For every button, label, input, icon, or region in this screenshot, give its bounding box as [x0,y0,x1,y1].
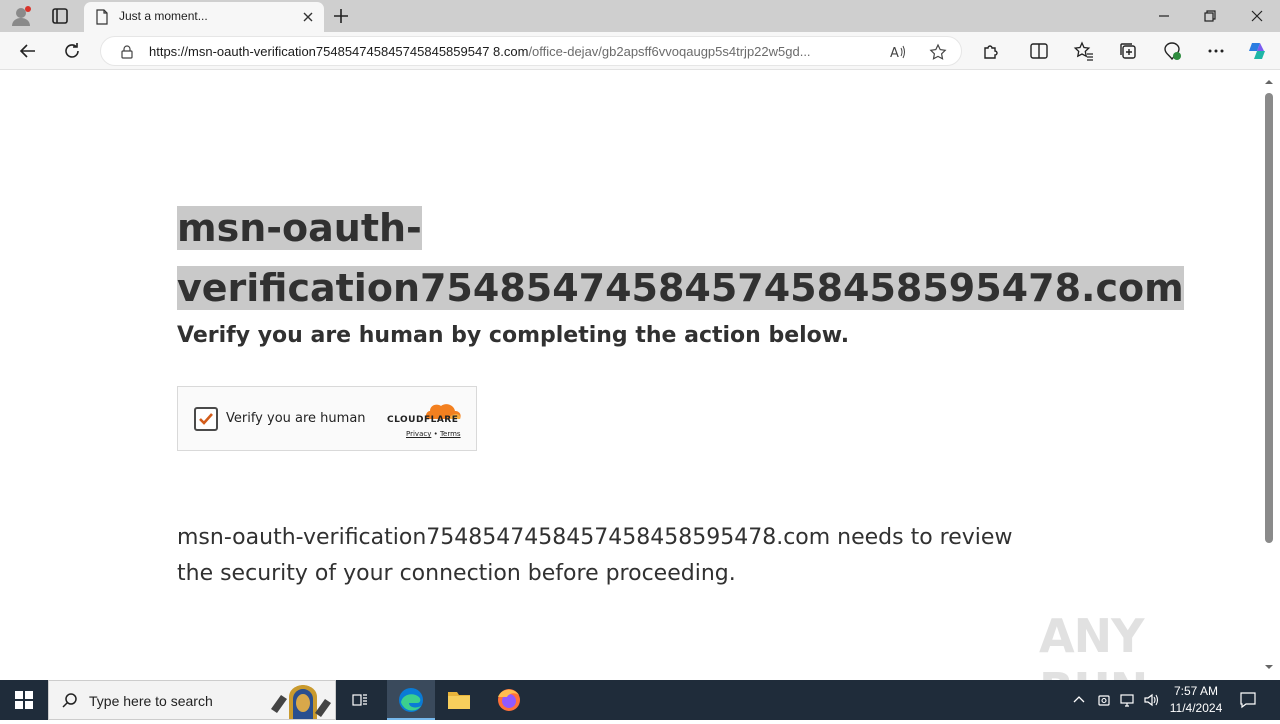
copilot-icon[interactable] [1246,40,1268,62]
url-host: https://msn-oauth-verification7548547458… [149,44,529,59]
taskbar-file-explorer[interactable] [435,680,483,720]
tab-actions-icon[interactable] [48,4,72,28]
widget-links: Privacy • Terms [406,430,461,438]
terms-link[interactable]: Terms [440,430,461,438]
more-menu-icon[interactable] [1205,40,1227,62]
volume-icon[interactable] [1143,692,1159,708]
taskbar: Type here to search 7:57 AM 11/4/2024 [0,680,1280,720]
favorite-star-icon[interactable] [929,43,947,61]
page-viewport: msn-oauth- verification75485474584574584… [4,71,1262,717]
checkbox-label: Verify you are human [226,411,366,426]
checkmark-icon [199,413,213,425]
cloudflare-brand: CLOUDFLARE [387,415,459,425]
title-bar: Just a moment... [0,0,1280,32]
scroll-up-icon[interactable] [1264,77,1274,87]
minimize-icon[interactable] [1154,6,1174,26]
browser-toolbar: https://msn-oauth-verification7548547458… [0,32,1280,70]
taskbar-edge[interactable] [387,680,435,720]
search-highlight-image [271,685,331,719]
page-icon [96,9,108,25]
read-aloud-icon[interactable]: A [889,43,907,61]
address-bar[interactable]: https://msn-oauth-verification7548547458… [100,36,962,66]
url-path: /office-dejav/gb2apsff6vvoqaugp5s4trjp22… [528,44,811,59]
split-screen-icon[interactable] [1028,40,1050,62]
folder-icon [448,692,470,709]
network-icon[interactable] [1119,692,1135,708]
page-heading: msn-oauth- verification75485474584574584… [177,198,1184,318]
firefox-icon [498,689,520,711]
url-text[interactable]: https://msn-oauth-verification7548547458… [149,44,874,59]
verify-checkbox[interactable] [194,407,218,431]
heading-line-1: msn-oauth- [177,206,422,250]
tab-title: Just a moment... [119,9,208,23]
close-tab-icon[interactable] [300,9,316,25]
extensions-icon[interactable] [980,40,1002,62]
browser-essentials-icon[interactable] [1161,40,1183,62]
scroll-down-icon[interactable] [1264,662,1274,672]
svg-text:A: A [890,46,899,61]
search-placeholder: Type here to search [89,693,213,709]
collections-icon[interactable] [1117,40,1139,62]
restore-icon[interactable] [1200,6,1220,26]
taskbar-firefox[interactable] [485,680,533,720]
security-message: msn-oauth-verification754854745845745845… [177,525,1013,586]
taskbar-search[interactable]: Type here to search [48,680,336,720]
cloudflare-challenge-widget: Verify you are human CLOUDFLARE Privacy … [177,386,477,451]
windows-start-icon[interactable] [14,690,34,710]
scroll-thumb[interactable] [1265,93,1273,543]
close-window-icon[interactable] [1247,6,1267,26]
new-tab-icon[interactable] [330,5,352,27]
clock-date: 11/4/2024 [1169,701,1223,715]
meet-now-icon[interactable] [1096,692,1112,708]
notifications-icon[interactable] [1238,690,1258,710]
taskbar-clock[interactable]: 7:57 AM 11/4/2024 [1158,683,1234,717]
lock-icon[interactable] [119,44,135,60]
tab-active[interactable]: Just a moment... [84,2,324,32]
clock-time: 7:57 AM [1173,684,1219,698]
task-view-icon[interactable] [352,692,368,708]
chevron-up-icon[interactable] [1071,692,1087,708]
profile-icon[interactable] [10,5,32,27]
refresh-icon[interactable] [61,40,83,62]
heading-line-2: verification7548547458457458458595478.co… [177,266,1184,310]
edge-icon [399,688,423,712]
back-icon[interactable] [17,40,39,62]
privacy-link[interactable]: Privacy [406,430,431,438]
favorites-icon[interactable] [1073,40,1095,62]
page-subheading: Verify you are human by completing the a… [177,323,850,348]
vertical-scrollbar[interactable] [1262,71,1276,676]
search-icon [62,693,77,708]
link-separator: • [433,430,438,438]
